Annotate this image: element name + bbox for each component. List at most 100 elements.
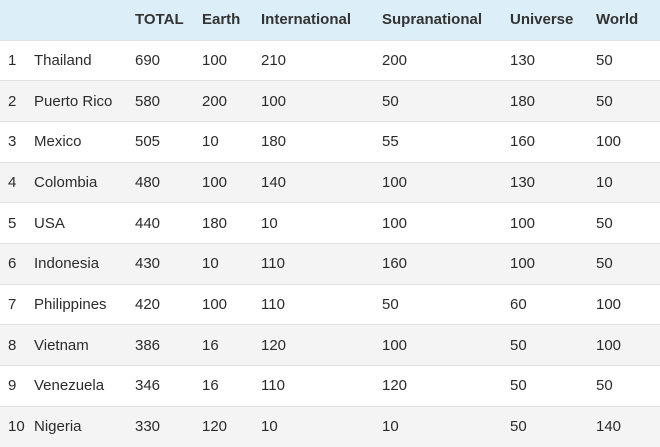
cell-supranational: 200	[382, 51, 408, 69]
cell-total: 430	[135, 255, 161, 273]
cell-universe: 60	[510, 295, 527, 313]
cell-country: Vietnam	[34, 336, 89, 354]
table-row: 5 USA 440 180 10 100 100 50	[0, 202, 660, 244]
header-rank	[0, 0, 34, 40]
table-row: 10 Nigeria 330 120 10 10 50 140	[0, 406, 660, 447]
header-country	[34, 0, 135, 40]
cell-universe: 160	[510, 133, 536, 151]
header-supranational: Supranational	[382, 11, 483, 29]
cell-total: 346	[135, 377, 161, 395]
cell-world: 100	[596, 133, 622, 151]
header-world: World	[596, 11, 639, 29]
cell-world: 100	[596, 295, 622, 313]
cell-supranational: 10	[382, 418, 399, 436]
header-total: TOTAL	[135, 11, 184, 29]
cell-supranational: 55	[382, 133, 399, 151]
cell-rank: 5	[8, 214, 17, 232]
cell-international: 180	[261, 133, 287, 151]
cell-world: 50	[596, 255, 613, 273]
cell-universe: 100	[510, 255, 536, 273]
table-row: 1 Thailand 690 100 210 200 130 50	[0, 40, 660, 81]
cell-world: 50	[596, 214, 613, 232]
header-universe: Universe	[510, 11, 574, 29]
cell-world: 140	[596, 418, 622, 436]
table-row: 3 Mexico 505 10 180 55 160 100	[0, 121, 660, 163]
cell-international: 10	[261, 214, 278, 232]
table-header-row: TOTAL Earth International Supranational …	[0, 0, 660, 40]
cell-international: 140	[261, 173, 287, 191]
table-row: 9 Venezuela 346 16 110 120 50 50	[0, 365, 660, 407]
cell-universe: 50	[510, 336, 527, 354]
cell-country: Venezuela	[34, 377, 105, 395]
cell-supranational: 160	[382, 255, 408, 273]
cell-country: Mexico	[34, 133, 82, 151]
cell-earth: 100	[202, 173, 228, 191]
rankings-table: TOTAL Earth International Supranational …	[0, 0, 660, 447]
cell-rank: 1	[8, 51, 17, 69]
cell-universe: 50	[510, 377, 527, 395]
header-international: International	[261, 11, 352, 29]
cell-total: 440	[135, 214, 161, 232]
table-row: 2 Puerto Rico 580 200 100 50 180 50	[0, 80, 660, 122]
cell-country: Colombia	[34, 173, 98, 191]
cell-universe: 130	[510, 51, 536, 69]
cell-world: 50	[596, 51, 613, 69]
cell-total: 420	[135, 295, 161, 313]
cell-supranational: 50	[382, 295, 399, 313]
cell-total: 386	[135, 336, 161, 354]
cell-country: Thailand	[34, 51, 92, 69]
cell-total: 690	[135, 51, 161, 69]
header-earth: Earth	[202, 11, 241, 29]
cell-total: 330	[135, 418, 161, 436]
cell-universe: 100	[510, 214, 536, 232]
cell-country: USA	[34, 214, 65, 232]
cell-earth: 16	[202, 377, 219, 395]
cell-international: 110	[261, 295, 285, 313]
cell-international: 120	[261, 336, 287, 354]
cell-universe: 180	[510, 92, 536, 110]
cell-earth: 10	[202, 133, 219, 151]
table-row: 6 Indonesia 430 10 110 160 100 50	[0, 243, 660, 285]
table-body: 1 Thailand 690 100 210 200 130 50 2 Puerto Rico 58…	[0, 40, 660, 447]
cell-rank: 2	[8, 92, 17, 110]
cell-rank: 10	[8, 418, 25, 436]
cell-earth: 200	[202, 92, 228, 110]
cell-universe: 130	[510, 173, 536, 191]
cell-country: Puerto Rico	[34, 92, 113, 110]
table-row: 7 Philippines 420 100 110 50 60 100	[0, 284, 660, 325]
cell-earth: 16	[202, 336, 219, 354]
cell-country: Philippines	[34, 295, 107, 313]
cell-country: Indonesia	[34, 255, 100, 273]
cell-international: 110	[261, 255, 285, 273]
table-row: 4 Colombia 480 100 140 100 130 10	[0, 162, 660, 203]
cell-total: 480	[135, 173, 161, 191]
cell-supranational: 100	[382, 214, 408, 232]
cell-rank: 3	[8, 133, 17, 151]
cell-international: 210	[261, 51, 287, 69]
cell-earth: 100	[202, 51, 228, 69]
cell-total: 505	[135, 133, 161, 151]
cell-rank: 4	[8, 173, 17, 191]
cell-world: 50	[596, 92, 613, 110]
cell-international: 100	[261, 92, 287, 110]
cell-earth: 100	[202, 295, 228, 313]
cell-rank: 6	[8, 255, 17, 273]
cell-supranational: 100	[382, 336, 408, 354]
cell-earth: 120	[202, 418, 228, 436]
cell-earth: 10	[202, 255, 219, 273]
cell-total: 580	[135, 92, 161, 110]
table-row: 8 Vietnam 386 16 120 100 50 100	[0, 324, 660, 366]
cell-universe: 50	[510, 418, 527, 436]
cell-international: 10	[261, 418, 278, 436]
cell-international: 110	[261, 377, 285, 395]
cell-world: 10	[596, 173, 613, 191]
cell-supranational: 120	[382, 377, 408, 395]
cell-world: 100	[596, 336, 622, 354]
cell-world: 50	[596, 377, 613, 395]
cell-earth: 180	[202, 214, 228, 232]
cell-supranational: 50	[382, 92, 399, 110]
cell-rank: 8	[8, 336, 17, 354]
cell-country: Nigeria	[34, 418, 82, 436]
cell-supranational: 100	[382, 173, 408, 191]
cell-rank: 9	[8, 377, 17, 395]
